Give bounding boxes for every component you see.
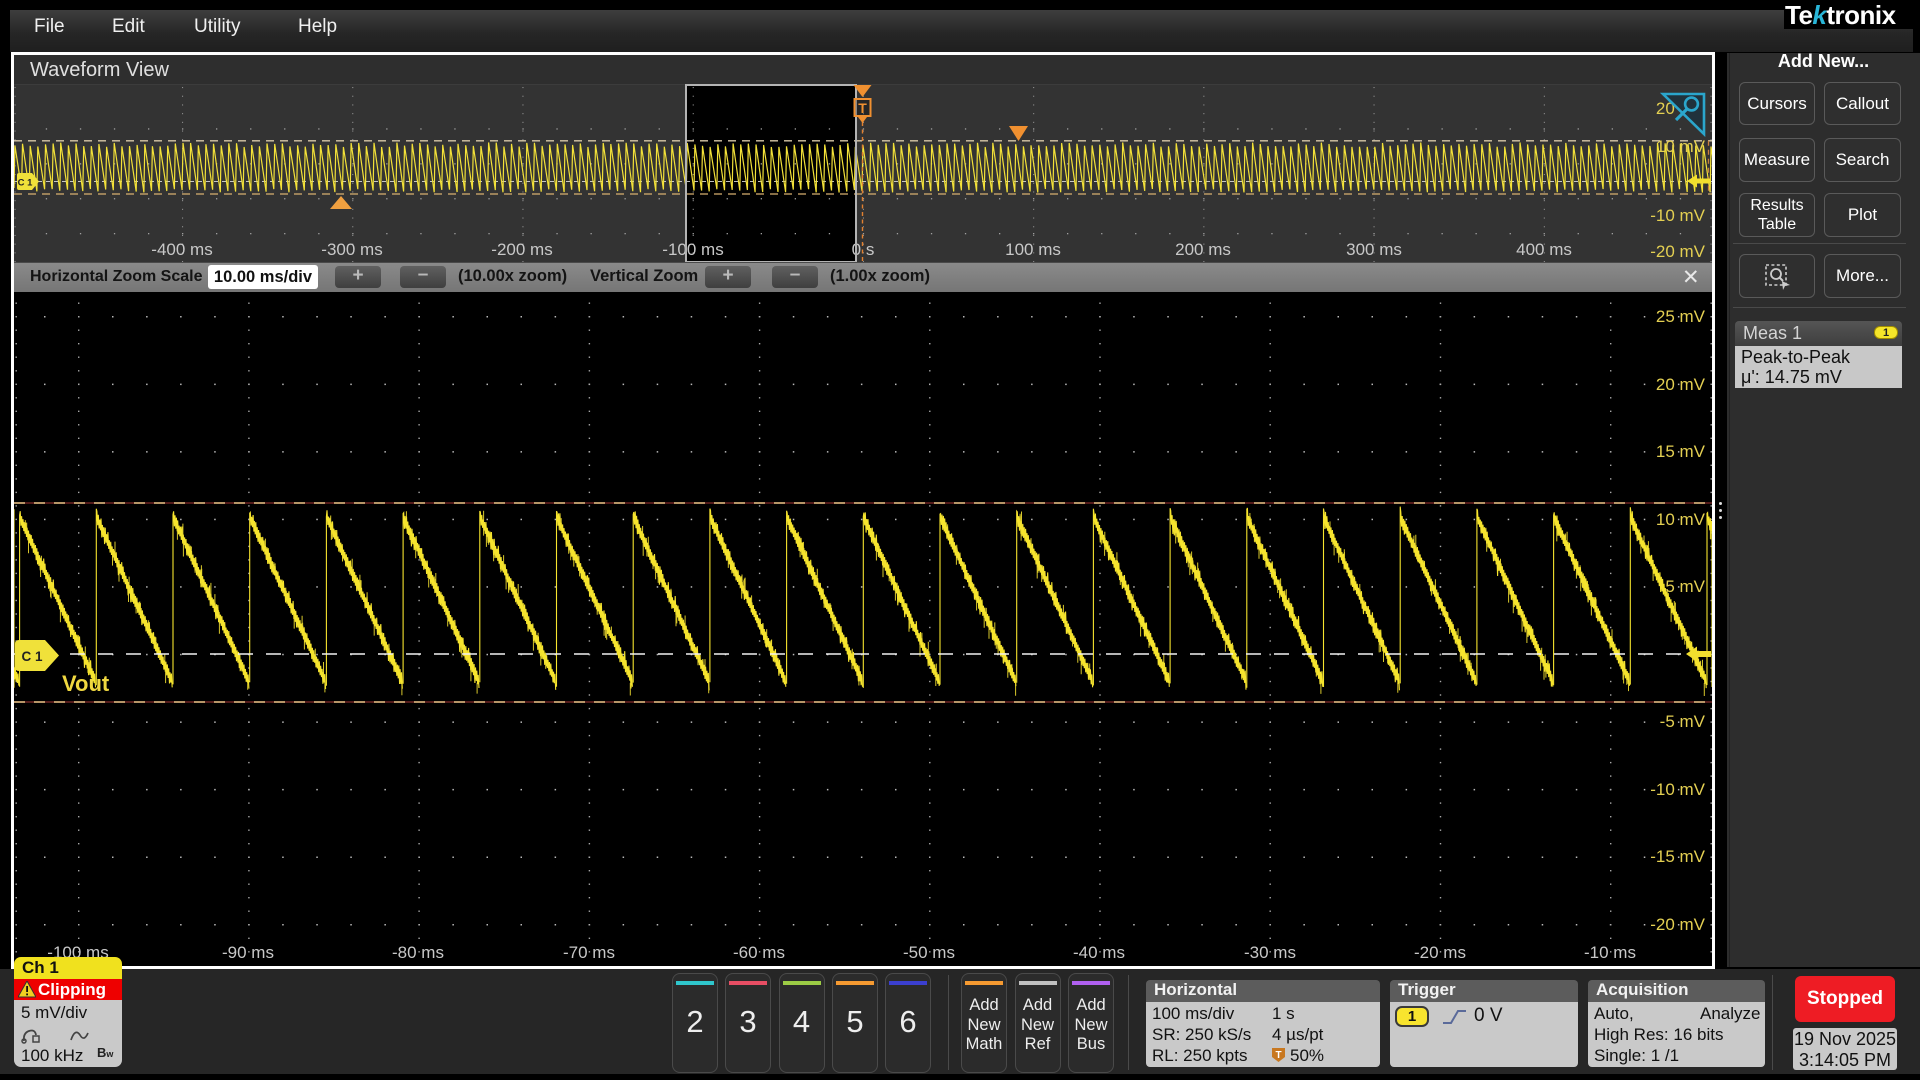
svg-text:C 1: C 1	[18, 178, 34, 189]
svg-text:15 mV: 15 mV	[1656, 442, 1706, 461]
svg-text:-50 ms: -50 ms	[903, 943, 955, 962]
svg-text:-10 mV: -10 mV	[1650, 780, 1705, 799]
svg-text:-60 ms: -60 ms	[733, 943, 785, 962]
svg-text:-20 ms: -20 ms	[1414, 943, 1466, 962]
svg-text:25 mV: 25 mV	[1656, 307, 1706, 326]
svg-text:10 mV: 10 mV	[1656, 137, 1706, 156]
svg-text:200 ms: 200 ms	[1175, 240, 1231, 259]
svg-text:-20 mV: -20 mV	[1650, 242, 1705, 261]
svg-text:C 1: C 1	[21, 649, 43, 664]
svg-text:-90 ms: -90 ms	[222, 943, 274, 962]
svg-text:-5 mV: -5 mV	[1660, 712, 1706, 731]
svg-text:-300 ms: -300 ms	[321, 240, 382, 259]
svg-text:20 mV: 20 mV	[1656, 375, 1706, 394]
svg-text:5 mV: 5 mV	[1665, 577, 1705, 596]
svg-text:-15 mV: -15 mV	[1650, 847, 1705, 866]
svg-text:-200 ms: -200 ms	[491, 240, 552, 259]
svg-text:-70 ms: -70 ms	[563, 943, 615, 962]
svg-text:T: T	[858, 100, 867, 116]
svg-text:-80 ms: -80 ms	[392, 943, 444, 962]
svg-text:400 ms: 400 ms	[1516, 240, 1572, 259]
svg-text:-20 mV: -20 mV	[1650, 915, 1705, 934]
svg-text:-40 ms: -40 ms	[1073, 943, 1125, 962]
svg-text:-400 ms: -400 ms	[151, 240, 212, 259]
svg-text:-10 mV: -10 mV	[1650, 206, 1705, 225]
svg-text:T: T	[1275, 1050, 1281, 1061]
svg-text:100 ms: 100 ms	[1005, 240, 1061, 259]
svg-text:300 ms: 300 ms	[1346, 240, 1402, 259]
svg-text:-10 ms: -10 ms	[1584, 943, 1636, 962]
svg-text:-30 ms: -30 ms	[1244, 943, 1296, 962]
svg-text:10 mV: 10 mV	[1656, 510, 1706, 529]
